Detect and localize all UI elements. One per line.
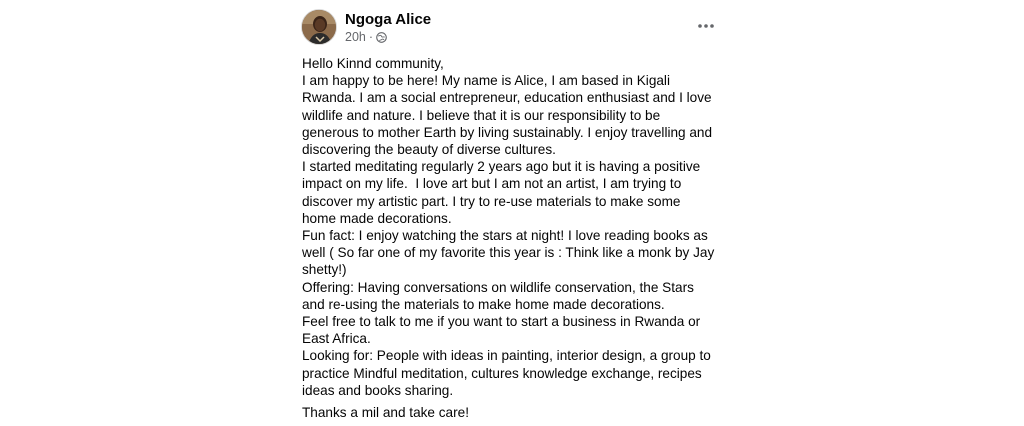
post-meta: 20h ·	[345, 30, 387, 44]
more-options-icon	[698, 24, 714, 28]
post-sign-off: Thanks a mil and take care!	[302, 405, 469, 420]
globe-icon[interactable]	[376, 31, 387, 43]
avatar-photo	[302, 10, 336, 44]
post-timestamp[interactable]: 20h	[345, 30, 366, 44]
author-name[interactable]: Ngoga Alice	[345, 11, 431, 28]
post-card: Ngoga Alice 20h · Hello Kinnd community,…	[286, 0, 738, 426]
post-body-text: Hello Kinnd community, I am happy to be …	[302, 56, 715, 398]
more-options-button[interactable]	[693, 14, 719, 38]
avatar[interactable]	[301, 9, 337, 45]
meta-separator: ·	[368, 30, 374, 44]
